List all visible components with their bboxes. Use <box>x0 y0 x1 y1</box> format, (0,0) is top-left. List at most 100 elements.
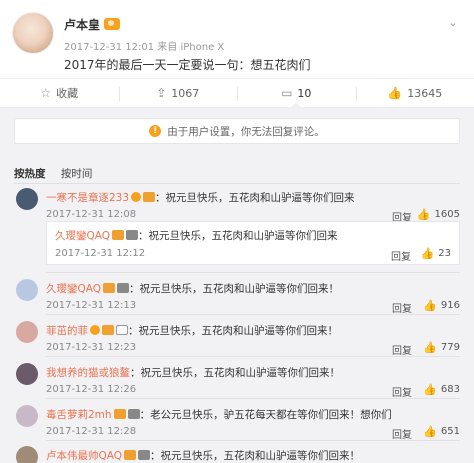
comment-like-count: 1605 <box>434 209 460 220</box>
reply-button[interactable]: 回复 <box>392 384 412 399</box>
member-icon <box>127 409 140 419</box>
comment-text-line: 菲茁的菲 ：祝元旦快乐，五花肉和山驴逼等你们回来！ <box>46 323 338 338</box>
repost-count: 1067 <box>171 86 200 100</box>
chevron-down-icon[interactable]: ⌄ <box>446 16 460 30</box>
weibo-post: 卢本皇 2017-12-31 12:01 来自 iPhone X 2017年的最… <box>0 0 474 78</box>
author-name-text[interactable]: 卢本皇 <box>64 18 100 32</box>
comment-text-line: 我想养的猫或狼鳌：祝元旦快乐，五花肉和山驴逼等你们回来！ <box>46 365 340 380</box>
comment-time: 2017-12-31 12:26 <box>46 384 137 395</box>
comment-button[interactable]: ▭ 10 <box>237 79 356 108</box>
comment-time: 2017-12-31 12:13 <box>46 300 137 311</box>
comment-sort: 按热度 按时间 <box>14 166 104 181</box>
member-icon <box>126 230 139 240</box>
verified-icon <box>131 192 142 202</box>
comment-text: ：祝元旦快乐，五花肉和山驴逼等你们回来！ <box>130 367 340 379</box>
comment-text-line: 久瓔鑾QAQ ：祝元旦快乐，五花肉和山驴逼等你们回来 <box>55 228 338 243</box>
comment-like-button[interactable]: 👍 651 <box>423 425 460 438</box>
member-icon <box>117 283 130 293</box>
vip-icon <box>113 409 126 419</box>
comment-username[interactable]: 毒舌萝莉2mh <box>46 409 112 421</box>
comment-like-button[interactable]: 👍 23 <box>421 247 451 260</box>
vip-badge-icon <box>104 18 121 30</box>
thumbs-up-icon: 👍 <box>387 86 403 100</box>
favorite-label: 收藏 <box>56 87 79 100</box>
divider <box>14 183 460 184</box>
comment-username[interactable]: 菲茁的菲 <box>46 325 88 337</box>
divider <box>46 272 460 273</box>
divider <box>46 440 460 441</box>
reply-button[interactable]: 回复 <box>392 426 412 441</box>
comment-time: 2017-12-31 12:28 <box>46 426 137 437</box>
like-count: 13645 <box>407 86 443 100</box>
author-name[interactable]: 卢本皇 <box>64 16 121 33</box>
reply-button[interactable]: 回复 <box>391 248 411 263</box>
comment-text: ：祝元旦快乐，五花肉和山驴逼等你们回来！ <box>150 450 361 462</box>
comment-username[interactable]: 久瓔鑾QAQ <box>55 230 110 242</box>
notice-text: 由于用户设置，你无法回复评论。 <box>167 125 325 138</box>
author-avatar[interactable] <box>12 12 54 54</box>
avatar[interactable] <box>16 405 38 427</box>
sort-by-hot-tab[interactable]: 按热度 <box>14 168 46 180</box>
comment-text-line: 卢本伟最帅QAQ ：祝元旦快乐，五花肉和山驴逼等你们回来！ <box>46 448 360 463</box>
reply-button[interactable]: 回复 <box>392 342 412 357</box>
avatar[interactable] <box>16 321 38 343</box>
avatar[interactable] <box>16 188 38 210</box>
like-button[interactable]: 👍 13645 <box>355 79 474 107</box>
comment-text: ：祝元旦快乐，五花肉和山驴逼等你们回来 <box>138 230 338 242</box>
comment-like-count: 651 <box>440 426 460 437</box>
comment-username[interactable]: 我想养的猫或狼鳌 <box>46 367 130 379</box>
comment-icon: ▭ <box>281 86 293 100</box>
sub-reply-box: 久瓔鑾QAQ ：祝元旦快乐，五花肉和山驴逼等你们回来 2017-12-31 12:… <box>46 221 460 265</box>
avatar[interactable] <box>16 446 38 463</box>
avatar[interactable] <box>16 363 38 385</box>
post-text: 2017年的最后一天一定要说一句：想五花肉们 <box>64 58 311 72</box>
verified-icon <box>90 325 100 335</box>
comment-like-button[interactable]: 👍 1605 <box>417 208 460 221</box>
comment-like-button[interactable]: 👍 683 <box>423 383 460 396</box>
divider <box>46 356 460 357</box>
comment-username[interactable]: 一寒不是章逐233 <box>46 192 129 204</box>
comment-like-count: 779 <box>440 342 460 353</box>
comment-text: ：老公元旦快乐，驴五花每天都在等你们回来！想你们 <box>139 409 392 421</box>
reply-button[interactable]: 回复 <box>392 300 412 315</box>
warning-icon: ! <box>149 125 162 137</box>
comment-username[interactable]: 卢本伟最帅QAQ <box>46 450 122 462</box>
vip-icon <box>102 325 114 335</box>
share-icon: ⇪ <box>156 86 167 100</box>
comment-username[interactable]: 久瓔鑾QAQ <box>46 283 101 295</box>
comment-text: ：祝元旦快乐，五花肉和山驴逼等你们回来！ <box>128 325 338 337</box>
comment-text: ：祝元旦快乐，五花肉和山驴逼等你们回来！ <box>129 283 340 295</box>
comment-text-line: 一寒不是章逐233 ：祝元旦快乐，五花肉和山驴逼等你们回来 <box>46 190 355 205</box>
comment-like-count: 23 <box>438 248 451 259</box>
vip-icon <box>103 283 116 293</box>
comment-time: 2017-12-31 12:12 <box>55 248 146 259</box>
thumbs-up-icon: 👍 <box>423 341 437 354</box>
reply-disabled-notice: ! 由于用户设置，你无法回复评论。 <box>14 118 460 144</box>
repost-button[interactable]: ⇪ 1067 <box>118 79 238 107</box>
comment-like-button[interactable]: 👍 779 <box>423 341 460 354</box>
thumbs-up-icon: 👍 <box>423 299 437 312</box>
vip-icon <box>124 450 137 460</box>
sort-by-time-tab[interactable]: 按时间 <box>61 168 93 180</box>
vip-icon <box>143 192 156 202</box>
comment-text: ：祝元旦快乐，五花肉和山驴逼等你们回来 <box>155 192 355 204</box>
thumbs-up-icon: 👍 <box>420 247 435 260</box>
comment-time: 2017-12-31 12:08 <box>46 209 137 220</box>
panda-icon <box>116 325 128 335</box>
comment-text-line: 久瓔鑾QAQ ：祝元旦快乐，五花肉和山驴逼等你们回来！ <box>46 281 339 296</box>
post-meta: 2017-12-31 12:01 来自 iPhone X <box>64 42 225 53</box>
comment-like-button[interactable]: 👍 916 <box>423 299 460 312</box>
divider <box>46 314 460 315</box>
favorite-button[interactable]: ☆ 收藏 <box>0 79 119 107</box>
post-action-bar: ☆ 收藏 ⇪ 1067 ▭ 10 👍 13645 <box>0 78 474 108</box>
comment-like-count: 683 <box>440 384 460 395</box>
thumbs-up-icon: 👍 <box>416 208 431 221</box>
thumbs-up-icon: 👍 <box>423 425 437 438</box>
comment-like-count: 916 <box>440 300 460 311</box>
avatar[interactable] <box>16 279 38 301</box>
comment-text-line: 毒舌萝莉2mh ：老公元旦快乐，驴五花每天都在等你们回来！想你们 <box>46 407 392 422</box>
member-icon <box>138 450 151 460</box>
thumbs-up-icon: 👍 <box>423 383 437 396</box>
star-icon: ☆ <box>40 86 52 100</box>
vip-icon <box>112 230 125 240</box>
